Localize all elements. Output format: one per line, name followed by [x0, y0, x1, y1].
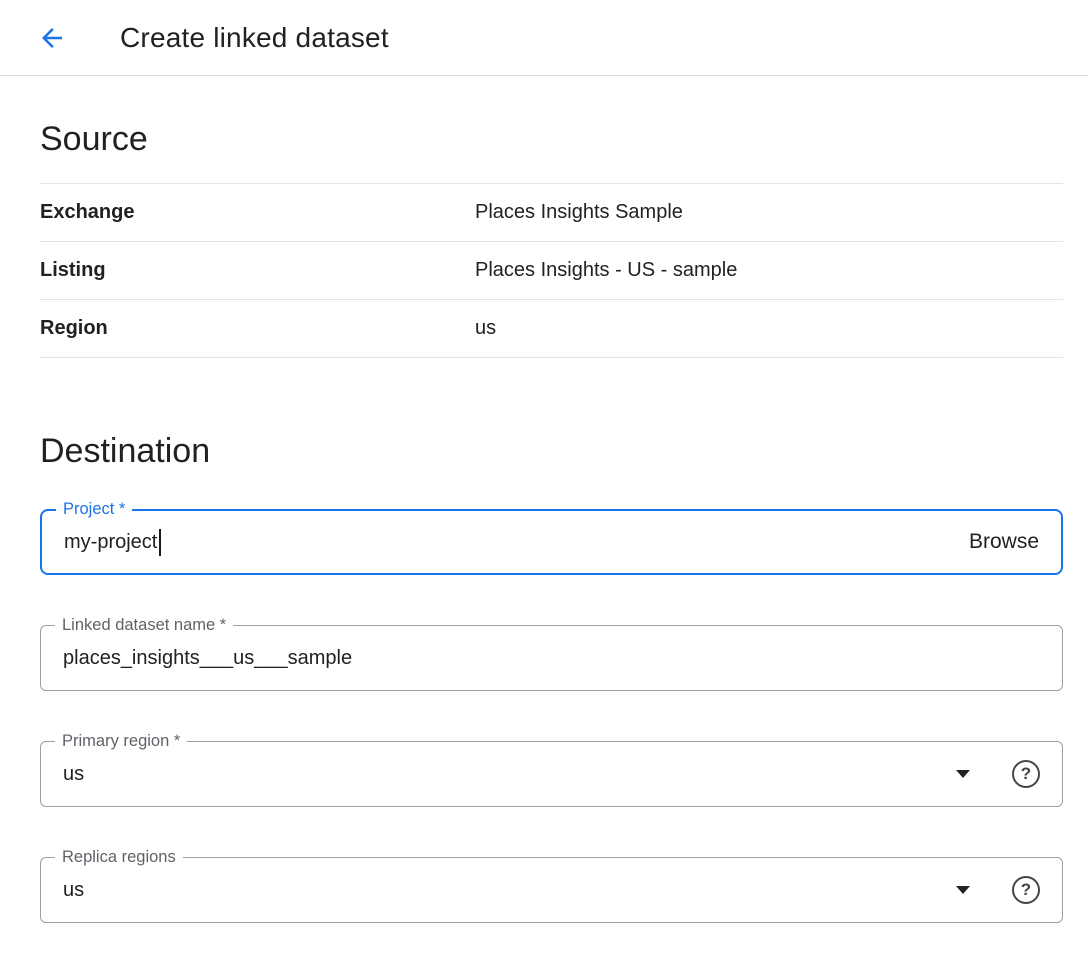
- page-title: Create linked dataset: [120, 22, 389, 54]
- text-cursor: [159, 529, 161, 556]
- chevron-down-icon[interactable]: [956, 770, 970, 778]
- project-field-value[interactable]: my-project: [64, 531, 157, 554]
- replica-regions-label: Replica regions: [55, 847, 183, 868]
- page-header: Create linked dataset: [0, 0, 1088, 76]
- row-value-listing: Places Insights - US - sample: [475, 259, 737, 282]
- project-field-label: Project *: [56, 499, 132, 520]
- row-label-region: Region: [40, 317, 475, 340]
- source-section-heading: Source: [40, 120, 1063, 159]
- arrow-back-icon: [37, 23, 67, 53]
- primary-region-label: Primary region *: [55, 731, 187, 752]
- linked-dataset-name-label: Linked dataset name *: [55, 615, 233, 636]
- main-content: Source Exchange Places Insights Sample L…: [0, 76, 1088, 923]
- help-icon[interactable]: ?: [1012, 760, 1040, 788]
- back-button[interactable]: [30, 16, 74, 60]
- primary-region-value: us: [63, 763, 84, 786]
- source-table: Exchange Places Insights Sample Listing …: [40, 183, 1063, 358]
- row-value-exchange: Places Insights Sample: [475, 201, 683, 224]
- linked-dataset-name-value[interactable]: places_insights___us___sample: [63, 647, 352, 670]
- help-icon[interactable]: ?: [1012, 876, 1040, 904]
- project-field[interactable]: Project * my-project Browse: [40, 509, 1063, 575]
- browse-button[interactable]: Browse: [969, 530, 1039, 554]
- replica-regions-select[interactable]: Replica regions us ?: [40, 857, 1063, 923]
- table-row-listing: Listing Places Insights - US - sample: [40, 242, 1063, 300]
- table-row-region: Region us: [40, 300, 1063, 358]
- row-label-listing: Listing: [40, 259, 475, 282]
- destination-section-heading: Destination: [40, 432, 1063, 471]
- primary-region-select[interactable]: Primary region * us ?: [40, 741, 1063, 807]
- table-row-exchange: Exchange Places Insights Sample: [40, 184, 1063, 242]
- replica-regions-value: us: [63, 879, 84, 902]
- linked-dataset-name-field[interactable]: Linked dataset name * places_insights___…: [40, 625, 1063, 691]
- chevron-down-icon[interactable]: [956, 886, 970, 894]
- row-label-exchange: Exchange: [40, 201, 475, 224]
- row-value-region: us: [475, 317, 496, 340]
